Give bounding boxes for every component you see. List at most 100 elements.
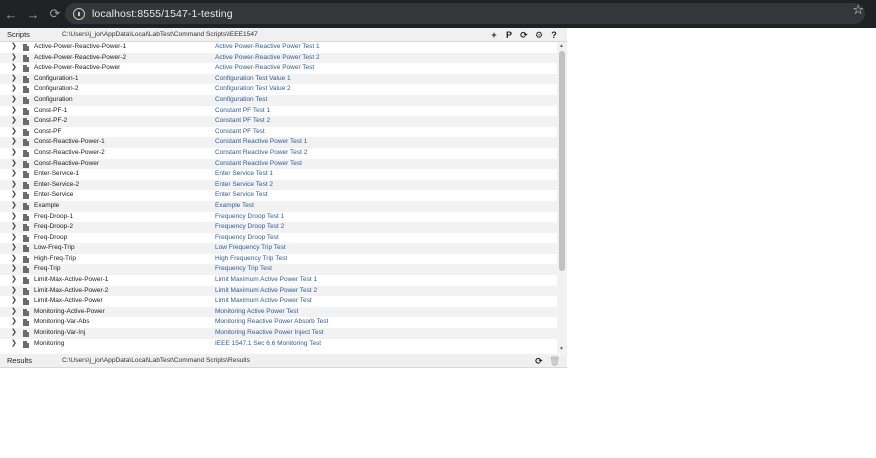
- script-description[interactable]: Enter Service Test 2: [215, 180, 273, 191]
- chevron-right-icon[interactable]: ❯: [11, 148, 17, 159]
- chevron-right-icon[interactable]: ❯: [11, 53, 17, 64]
- chevron-right-icon[interactable]: ❯: [11, 63, 17, 74]
- script-name[interactable]: Active-Power-Reactive-Power: [34, 63, 120, 74]
- script-description[interactable]: Constant Reactive Power Test 2: [215, 148, 307, 159]
- script-row[interactable]: ❯ Low-Freq-Trip Low Frequency Trip Test: [0, 243, 557, 254]
- script-name[interactable]: Active-Power-Reactive-Power-1: [34, 42, 126, 53]
- script-name[interactable]: Active-Power-Reactive-Power-2: [34, 53, 126, 64]
- script-row[interactable]: ❯ Const-Reactive-Power Constant Reactive P…: [0, 158, 557, 170]
- site-info-icon[interactable]: [73, 7, 85, 20]
- script-description[interactable]: Monitoring Reactive Power Inject Test: [215, 328, 324, 339]
- chevron-right-icon[interactable]: ❯: [11, 190, 17, 201]
- script-description[interactable]: Constant Reactive Power Test 1: [215, 137, 307, 148]
- chevron-right-icon[interactable]: ❯: [11, 201, 17, 212]
- script-name[interactable]: Limit-Max-Active-Power-2: [34, 286, 108, 297]
- script-name[interactable]: Low-Freq-Trip: [34, 243, 75, 254]
- address-bar[interactable]: localhost:8555/1547-1-testing: [65, 3, 865, 24]
- script-row[interactable]: ❯ High-Freq-Trip High Frequency Trip Test: [0, 254, 557, 265]
- script-name[interactable]: Freq-Droop: [34, 233, 67, 244]
- script-row[interactable]: ❯ Limit-Max-Active-Power Limit Maximum Act…: [0, 296, 557, 307]
- script-name[interactable]: Monitoring-Var-Inj: [34, 328, 85, 339]
- chevron-right-icon[interactable]: ❯: [11, 159, 17, 170]
- script-row[interactable]: ❯ Monitoring-Var-Abs Monitoring Reactive P…: [0, 317, 557, 328]
- chevron-right-icon[interactable]: ❯: [11, 222, 17, 233]
- script-row[interactable]: ❯ Active-Power-Reactive-Power Active Power…: [0, 63, 557, 74]
- script-row[interactable]: ❯ Const-Reactive-Power-2 Constant Reactive…: [0, 148, 557, 159]
- script-row[interactable]: ❯ Configuration Configuration Test: [0, 94, 557, 106]
- script-description[interactable]: Active Power-Reactive Power Test 2: [215, 53, 320, 64]
- script-name[interactable]: Example: [34, 201, 59, 212]
- chevron-right-icon[interactable]: ❯: [11, 42, 17, 53]
- script-row[interactable]: ❯ Const-PF Constant PF Test: [0, 127, 557, 138]
- chevron-right-icon[interactable]: ❯: [11, 296, 17, 307]
- script-row[interactable]: ❯ Active-Power-Reactive-Power-1 Active Pow…: [0, 42, 557, 53]
- script-name[interactable]: Const-PF-2: [34, 116, 67, 127]
- script-row[interactable]: ❯ Freq-Droop Frequency Droop Test: [0, 233, 557, 244]
- forward-icon[interactable]: →: [22, 0, 44, 28]
- script-row[interactable]: ❯ Const-PF-2 Constant PF Test 2: [0, 116, 557, 127]
- chevron-right-icon[interactable]: ❯: [11, 275, 17, 286]
- script-description[interactable]: Limit Maximum Active Power Test: [215, 296, 312, 307]
- script-description[interactable]: Active Power-Reactive Power Test 1: [215, 42, 320, 53]
- script-name[interactable]: Monitoring: [34, 339, 64, 350]
- settings-icon[interactable]: ⚙: [534, 28, 544, 42]
- script-name[interactable]: Freq-Droop-1: [34, 212, 73, 223]
- chevron-right-icon[interactable]: ❯: [11, 339, 17, 350]
- script-name[interactable]: Const-Reactive-Power: [34, 159, 99, 170]
- script-row[interactable]: ❯ Limit-Max-Active-Power-1 Limit Maximum A…: [0, 275, 557, 286]
- script-row[interactable]: ❯ Monitoring-Var-Inj Monitoring Reactive P…: [0, 328, 557, 339]
- script-name[interactable]: Configuration-2: [34, 84, 78, 95]
- script-description[interactable]: Configuration Test: [215, 95, 267, 106]
- script-description[interactable]: High Frequency Trip Test: [215, 254, 287, 265]
- chevron-right-icon[interactable]: ❯: [11, 264, 17, 275]
- script-row[interactable]: ❯ Enter-Service-2 Enter Service Test 2: [0, 179, 557, 191]
- bookmark-star-icon[interactable]: ☆: [852, 2, 864, 18]
- script-description[interactable]: Enter Service Test: [215, 190, 268, 201]
- script-name[interactable]: Monitoring-Active-Power: [34, 307, 105, 318]
- chevron-right-icon[interactable]: ❯: [11, 95, 17, 106]
- script-name[interactable]: Configuration-1: [34, 74, 78, 85]
- script-row[interactable]: ❯ Monitoring IEEE 1547.1 Sec 6.6 Monitorin…: [0, 339, 557, 350]
- script-name[interactable]: Enter-Service-1: [34, 169, 79, 180]
- url-text[interactable]: localhost:8555/1547-1-testing: [92, 8, 233, 20]
- script-row[interactable]: ❯ Example Example Test: [0, 200, 557, 212]
- script-description[interactable]: Constant Reactive Power Test: [215, 159, 302, 170]
- script-description[interactable]: Frequency Droop Test 2: [215, 222, 284, 233]
- script-name[interactable]: Const-Reactive-Power-1: [34, 137, 105, 148]
- script-name[interactable]: Enter-Service-2: [34, 180, 79, 191]
- chevron-right-icon[interactable]: ❯: [11, 137, 17, 148]
- scrollbar[interactable]: ▲ ▼: [557, 42, 567, 353]
- back-icon[interactable]: ←: [0, 0, 22, 28]
- p-icon[interactable]: P: [504, 28, 514, 42]
- delete-icon[interactable]: 🗑: [549, 354, 560, 368]
- reload-icon[interactable]: ⟳: [44, 0, 66, 28]
- chevron-right-icon[interactable]: ❯: [11, 169, 17, 180]
- script-name[interactable]: High-Freq-Trip: [34, 254, 76, 265]
- script-row[interactable]: ❯ Configuration-2 Configuration Test Value…: [0, 84, 557, 95]
- script-row[interactable]: ❯ Enter-Service Enter Service Test: [0, 190, 557, 201]
- script-name[interactable]: Const-Reactive-Power-2: [34, 148, 105, 159]
- script-row[interactable]: ❯ Limit-Max-Active-Power-2 Limit Maximum A…: [0, 285, 557, 297]
- scroll-down-icon[interactable]: ▼: [559, 346, 564, 352]
- script-description[interactable]: Monitoring Active Power Test: [215, 307, 298, 318]
- script-description[interactable]: Configuration Test Value 1: [215, 74, 291, 85]
- script-row[interactable]: ❯ Const-PF-1 Constant PF Test 1: [0, 106, 557, 117]
- script-description[interactable]: Limit Maximum Active Power Test 2: [215, 286, 317, 297]
- results-refresh-icon[interactable]: ⟳: [534, 354, 544, 368]
- chevron-right-icon[interactable]: ❯: [11, 106, 17, 117]
- script-description[interactable]: Constant PF Test 2: [215, 116, 270, 127]
- script-name[interactable]: Limit-Max-Active-Power-1: [34, 275, 108, 286]
- add-script-icon[interactable]: +: [489, 28, 499, 42]
- script-description[interactable]: Example Test: [215, 201, 254, 212]
- script-description[interactable]: Constant PF Test: [215, 127, 265, 138]
- chevron-right-icon[interactable]: ❯: [11, 180, 17, 191]
- script-row[interactable]: ❯ Freq-Droop-1 Frequency Droop Test 1: [0, 212, 557, 223]
- script-name[interactable]: Freq-Trip: [34, 264, 60, 275]
- script-description[interactable]: Limit Maximum Active Power Test 1: [215, 275, 317, 286]
- script-row[interactable]: ❯ Const-Reactive-Power-1 Constant Reactive…: [0, 137, 557, 148]
- script-description[interactable]: Low Frequency Trip Test: [215, 243, 286, 254]
- scroll-thumb[interactable]: [559, 51, 565, 271]
- script-name[interactable]: Monitoring-Var-Abs: [34, 317, 90, 328]
- chevron-right-icon[interactable]: ❯: [11, 212, 17, 223]
- refresh-icon[interactable]: ⟳: [519, 28, 529, 42]
